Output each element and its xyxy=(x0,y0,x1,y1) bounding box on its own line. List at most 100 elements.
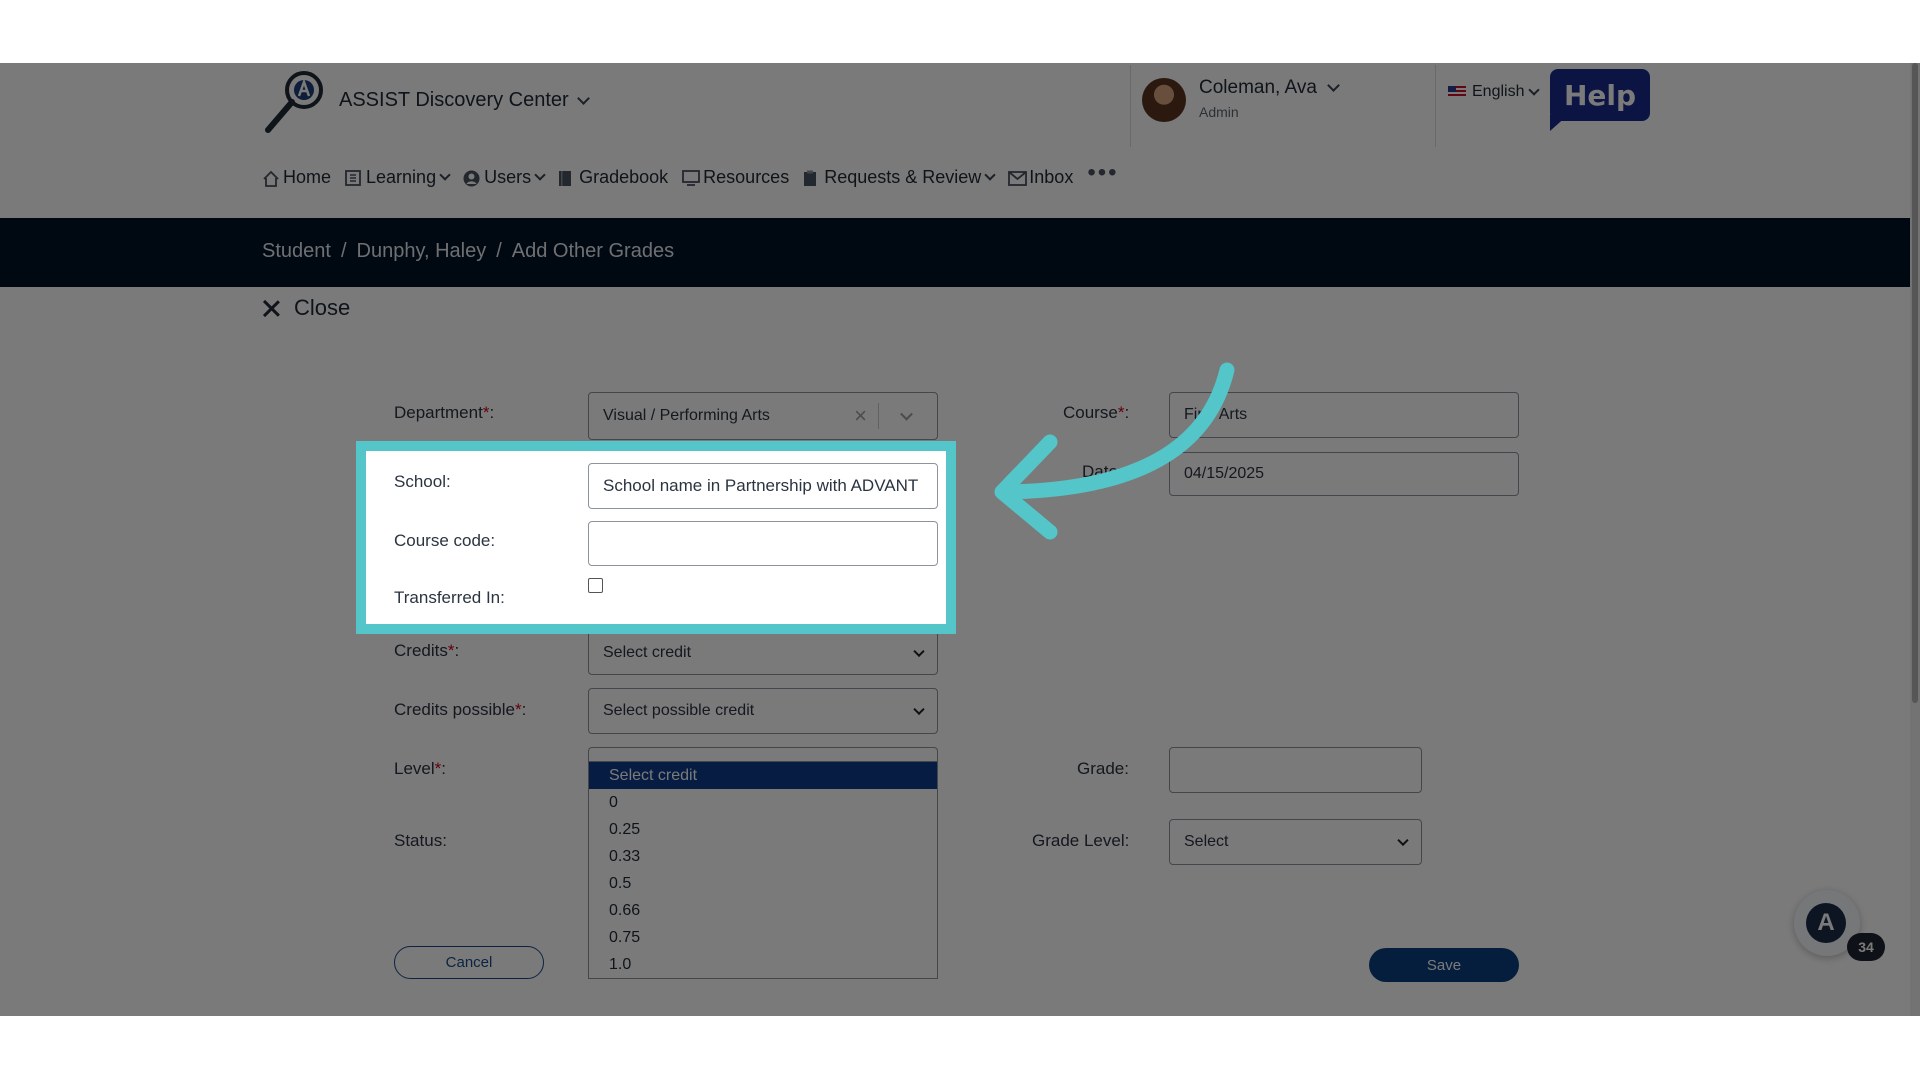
credits-possible-value: Select possible credit xyxy=(603,702,755,719)
language-label: English xyxy=(1472,83,1525,100)
cancel-button[interactable]: Cancel xyxy=(394,946,544,979)
level-option[interactable]: 0 xyxy=(589,789,937,816)
grade-label: Grade: xyxy=(1077,759,1129,778)
date-label: Date: xyxy=(1082,462,1123,481)
language-selector[interactable]: English xyxy=(1448,83,1541,101)
clear-icon[interactable]: × xyxy=(854,403,867,429)
level-option[interactable]: 0.66 xyxy=(589,897,937,924)
breadcrumb-student-name[interactable]: Dunphy, Haley xyxy=(357,240,487,263)
scrollbar-thumb[interactable] xyxy=(1912,63,1918,703)
course-code-label: Course code: xyxy=(394,531,496,550)
grade-level-label: Grade Level: xyxy=(1032,831,1130,850)
chevron-down-icon xyxy=(1397,834,1409,847)
credits-value: Select credit xyxy=(603,643,692,661)
transferred-in-checkbox[interactable] xyxy=(588,578,603,593)
level-option[interactable]: 0.75 xyxy=(589,924,937,951)
chevron-down-icon xyxy=(984,169,996,181)
close-icon xyxy=(262,299,280,317)
chevron-down-icon xyxy=(1528,83,1541,96)
course-field[interactable]: Fine Arts xyxy=(1169,392,1519,438)
nav-learning-label: Learning xyxy=(366,167,437,187)
user-name: Coleman, Ava xyxy=(1199,77,1317,98)
chevron-down-icon xyxy=(439,169,451,181)
main-nav: Home Learning Users Gradebook Resources … xyxy=(262,159,1133,188)
chevron-down-icon xyxy=(913,703,925,716)
nav-requests-label: Requests & Review xyxy=(824,167,982,187)
school-value: School name in Partnership with ADVANT xyxy=(603,476,919,495)
department-label: Department*: xyxy=(394,403,495,422)
breadcrumb-banner: Student / Dunphy, Haley / Add Other Grad… xyxy=(0,218,1910,287)
user-menu[interactable]: Coleman, Ava xyxy=(1199,77,1340,99)
nav-requests[interactable]: Requests & Review xyxy=(803,167,996,188)
credits-label: Credits*: xyxy=(394,641,460,660)
nav-home-label: Home xyxy=(283,167,332,187)
select-separator xyxy=(878,403,879,429)
help-button[interactable]: Help xyxy=(1550,69,1650,131)
course-code-field[interactable] xyxy=(588,521,938,566)
home-icon xyxy=(262,170,279,187)
chevron-down-icon xyxy=(913,645,925,657)
close-label: Close xyxy=(294,295,351,320)
nav-learning[interactable]: Learning xyxy=(345,167,451,188)
school-field[interactable]: School name in Partnership with ADVANT xyxy=(588,463,938,509)
level-option[interactable]: 1.0 xyxy=(589,951,937,978)
course-label: Course*: xyxy=(1063,403,1130,422)
spotlight-highlight: School: School name in Partnership with … xyxy=(356,441,956,634)
close-button[interactable]: Close xyxy=(262,295,350,321)
level-option[interactable]: 0.33 xyxy=(589,843,937,870)
level-option[interactable]: Select credit xyxy=(589,762,937,789)
breadcrumb-student[interactable]: Student xyxy=(262,240,331,263)
nav-users-label: Users xyxy=(484,167,532,187)
credits-select[interactable]: Select credit xyxy=(588,630,938,675)
breadcrumb-current-page: Add Other Grades xyxy=(511,240,675,262)
nav-users[interactable]: Users xyxy=(463,167,546,188)
monitor-icon xyxy=(682,169,701,186)
help-label: Help xyxy=(1550,69,1650,121)
book-icon xyxy=(558,170,574,186)
grade-field[interactable] xyxy=(1169,747,1422,793)
grade-level-value: Select xyxy=(1184,833,1229,850)
assist-logo-icon: A xyxy=(1806,903,1846,943)
chevron-down-icon xyxy=(576,91,590,105)
course-value: Fine Arts xyxy=(1184,406,1248,423)
nav-resources[interactable]: Resources xyxy=(682,167,789,188)
nav-inbox-label: Inbox xyxy=(1029,167,1074,187)
form-area xyxy=(0,287,1910,1016)
credits-possible-select[interactable]: Select possible credit xyxy=(588,688,938,734)
brand-menu[interactable]: ASSIST Discovery Center xyxy=(339,89,590,112)
grid-icon xyxy=(345,169,361,186)
level-dropdown-list[interactable]: Select credit 0 0.25 0.33 0.5 0.66 0.75 … xyxy=(588,747,938,979)
department-value: Visual / Performing Arts xyxy=(603,407,770,424)
page-scrollbar[interactable] xyxy=(1910,63,1920,1016)
nav-gradebook-label: Gradebook xyxy=(579,167,669,187)
level-option[interactable]: 0.25 xyxy=(589,816,937,843)
header-divider xyxy=(1435,65,1436,147)
level-label: Level*: xyxy=(394,759,446,778)
level-select-top[interactable] xyxy=(589,748,937,762)
us-flag-icon xyxy=(1448,86,1466,98)
school-label: School: xyxy=(394,472,451,491)
nav-gradebook[interactable]: Gradebook xyxy=(558,167,668,188)
date-value: 04/15/2025 xyxy=(1184,465,1265,482)
save-button[interactable]: Save xyxy=(1369,948,1519,982)
nav-inbox[interactable]: Inbox xyxy=(1008,167,1073,188)
chat-notification-badge: 34 xyxy=(1847,933,1885,961)
nav-more[interactable]: ••• xyxy=(1087,159,1118,187)
chevron-down-icon[interactable] xyxy=(900,407,913,421)
status-label: Status: xyxy=(394,831,447,850)
chevron-down-icon xyxy=(534,169,546,181)
avatar[interactable] xyxy=(1142,78,1186,122)
header-divider xyxy=(1130,65,1131,147)
help-bubble-tail xyxy=(1550,115,1568,131)
grade-level-select[interactable]: Select xyxy=(1169,819,1422,865)
app-window: ASSIST Discovery Center Coleman, Ava Adm… xyxy=(0,63,1920,1016)
magnifier-logo-icon xyxy=(265,71,323,133)
department-select[interactable]: Visual / Performing Arts × xyxy=(588,392,938,440)
date-field[interactable]: 04/15/2025 xyxy=(1169,452,1519,496)
breadcrumb-separator: / xyxy=(340,240,347,262)
nav-home[interactable]: Home xyxy=(262,167,331,188)
clipboard-icon xyxy=(803,170,819,186)
mail-icon xyxy=(1008,170,1028,186)
level-option[interactable]: 0.5 xyxy=(589,870,937,897)
screen: ASSIST Discovery Center Coleman, Ava Adm… xyxy=(0,0,1920,1080)
